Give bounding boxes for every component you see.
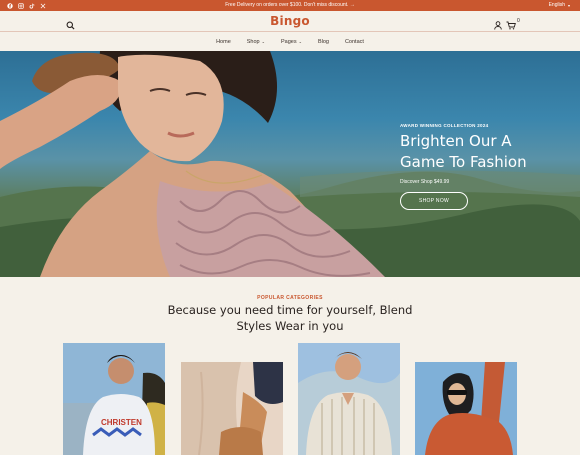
chevron-down-icon: ⌄ <box>298 39 302 44</box>
nav-item-blog[interactable]: Blog <box>318 39 329 45</box>
nav-item-label: Blog <box>317 38 329 45</box>
category-card[interactable] <box>298 343 400 455</box>
main-nav: Home Shop ⌄ Pages ⌄ Blog Contact <box>0 32 580 51</box>
nav-item-label: Pages <box>280 38 297 45</box>
language-label: English <box>548 2 565 8</box>
nav-item-contact[interactable]: Contact <box>345 39 364 45</box>
categories-title: Because you need time for yourself, Blen… <box>140 303 440 334</box>
nav-item-shop[interactable]: Shop ⌄ <box>247 39 265 45</box>
categories-title-line: Because you need time for yourself, Blen… <box>167 303 413 317</box>
category-card[interactable]: CHRISTEN <box>63 343 165 455</box>
shop-now-button[interactable]: SHOP NOW <box>400 192 468 210</box>
category-image <box>298 343 400 455</box>
site-logo[interactable]: Bingo <box>0 14 580 28</box>
svg-text:CHRISTEN: CHRISTEN <box>101 418 142 427</box>
hero-title: Brighten Our A Game To Fashion <box>400 131 570 173</box>
categories-kicker: POPULAR CATEGORIES <box>257 295 323 301</box>
hero-title-line: Game To Fashion <box>400 153 527 171</box>
categories-title-line: Styles Wear in you <box>236 318 344 333</box>
chevron-down-icon: ▾ <box>567 3 570 8</box>
announcement-bar: Free Delivery on orders over $100. Don't… <box>0 0 580 11</box>
category-card[interactable] <box>415 362 517 455</box>
hero-banner: AWARD WINNING COLLECTION 2024 Brighten O… <box>0 51 580 277</box>
site-header: Bingo 0 <box>0 11 580 32</box>
nav-item-label: Contact <box>344 38 364 45</box>
chevron-down-icon: ⌄ <box>261 39 265 44</box>
nav-item-home[interactable]: Home <box>216 39 231 45</box>
cart-count: 0 <box>517 18 520 24</box>
nav-item-label: Shop <box>246 38 260 45</box>
category-image: CHRISTEN <box>63 343 165 455</box>
cart-icon[interactable] <box>506 17 516 30</box>
hero-kicker: AWARD WINNING COLLECTION 2024 <box>400 123 489 128</box>
language-selector[interactable]: English ▾ <box>549 2 570 9</box>
category-image <box>415 362 517 455</box>
hero-copy: AWARD WINNING COLLECTION 2024 Brighten O… <box>400 123 570 210</box>
nav-item-label: Home <box>216 38 231 45</box>
promo-text[interactable]: Free Delivery on orders over $100. Don't… <box>0 2 580 9</box>
category-card[interactable] <box>181 362 283 455</box>
hero-title-line: Brighten Our A <box>400 132 512 150</box>
category-image <box>181 362 283 455</box>
nav-item-pages[interactable]: Pages ⌄ <box>281 39 302 45</box>
account-icon[interactable] <box>494 17 502 30</box>
hero-price: Discover Shop $49.99 <box>400 179 450 185</box>
